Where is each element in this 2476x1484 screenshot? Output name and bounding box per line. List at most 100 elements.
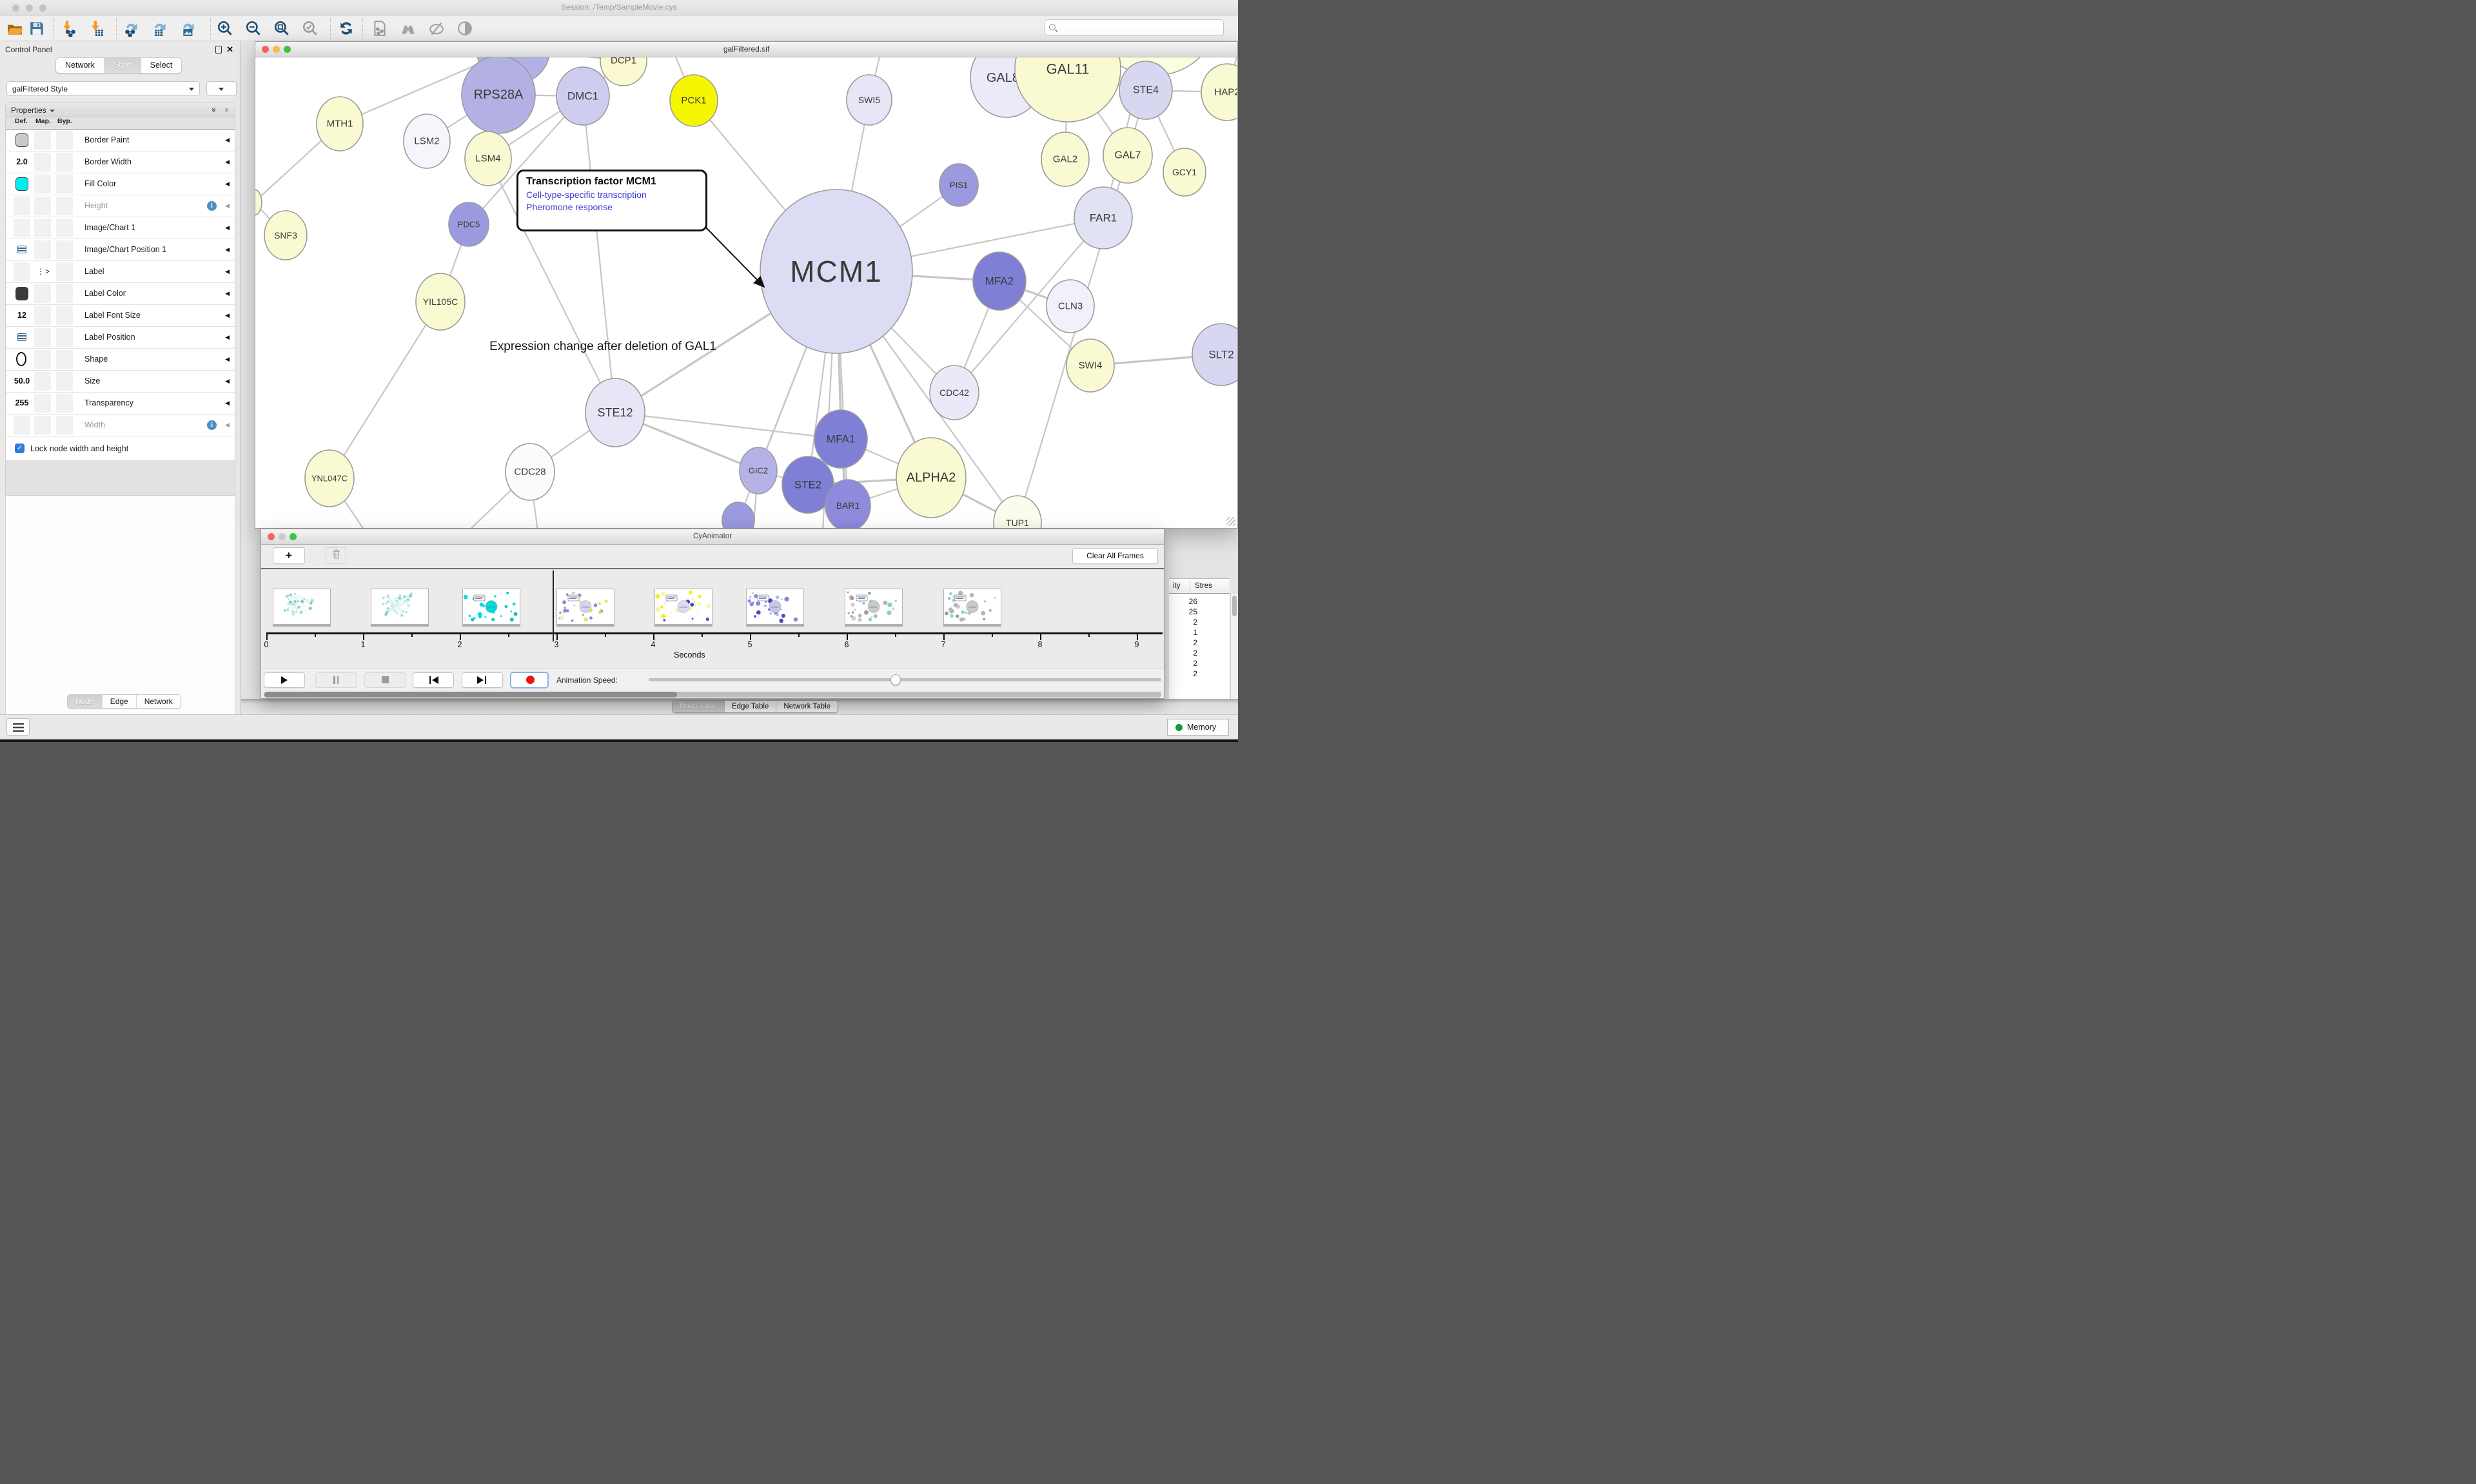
animation-speed-slider[interactable] bbox=[649, 678, 1161, 681]
table-cell[interactable]: 26 bbox=[1169, 597, 1197, 606]
style-dropdown[interactable]: galFiltered Style bbox=[6, 81, 200, 96]
hide-graphics-details-icon[interactable] bbox=[428, 20, 445, 37]
import-network-icon[interactable] bbox=[59, 20, 76, 37]
network-node-unlabeled[interactable] bbox=[255, 190, 262, 215]
import-table-icon[interactable] bbox=[88, 20, 104, 37]
network-node-MFA1[interactable]: MFA1 bbox=[814, 410, 867, 468]
network-node-GIC2[interactable]: GIC2 bbox=[740, 447, 777, 494]
tab-node[interactable]: Node bbox=[68, 695, 103, 708]
find-network-icon[interactable] bbox=[400, 20, 417, 37]
network-node-YIL105C[interactable]: YIL105C bbox=[416, 273, 465, 330]
network-node-unlabeled[interactable] bbox=[722, 502, 754, 528]
frame-thumbnail-2[interactable]: MCM1 bbox=[462, 589, 520, 625]
annotation-link[interactable]: Cell-type-specific transcription bbox=[526, 190, 698, 200]
network-node-SWI5[interactable]: SWI5 bbox=[847, 75, 892, 125]
frame-thumbnail-3[interactable]: MCM1 bbox=[556, 589, 614, 625]
playhead[interactable] bbox=[553, 571, 554, 641]
skip-to-end-button[interactable] bbox=[462, 672, 503, 688]
network-node-GAL11[interactable]: GAL11 bbox=[1015, 57, 1121, 122]
style-options-button[interactable] bbox=[206, 81, 237, 96]
network-node-DMC1[interactable]: DMC1 bbox=[556, 67, 609, 125]
property-row[interactable]: Shape◀ bbox=[6, 349, 235, 371]
property-row[interactable]: Label Color◀ bbox=[6, 283, 235, 305]
timeline-scrollbar[interactable] bbox=[264, 692, 1161, 698]
collapse-all-icon[interactable]: » bbox=[221, 108, 231, 112]
annotation-link[interactable]: Pheromone response bbox=[526, 202, 698, 212]
pause-button[interactable] bbox=[315, 672, 357, 688]
property-row[interactable]: Border Paint◀ bbox=[6, 130, 235, 151]
save-session-icon[interactable] bbox=[28, 20, 45, 37]
tab-edge-table[interactable]: Edge Table bbox=[725, 701, 776, 712]
network-node-MFA2[interactable]: MFA2 bbox=[973, 252, 1026, 310]
network-node-ALPHA2[interactable]: ALPHA2 bbox=[896, 438, 966, 518]
column-header[interactable]: Stres bbox=[1195, 582, 1212, 590]
network-edge[interactable] bbox=[583, 96, 615, 413]
close-panel-icon[interactable]: ✕ bbox=[226, 44, 233, 55]
task-history-button[interactable] bbox=[6, 718, 30, 736]
table-cell[interactable]: 2 bbox=[1169, 659, 1197, 668]
network-node-MCM1[interactable]: MCM1 bbox=[760, 190, 912, 353]
network-node-BAR1[interactable]: BAR1 bbox=[825, 480, 870, 528]
network-node-CLN3[interactable]: CLN3 bbox=[1046, 280, 1094, 333]
network-node-LSM4[interactable]: LSM4 bbox=[465, 132, 511, 186]
clear-all-frames-button[interactable]: Clear All Frames bbox=[1072, 548, 1158, 564]
tab-network[interactable]: Network bbox=[56, 58, 104, 73]
scrollbar-thumb[interactable] bbox=[264, 692, 677, 698]
expand-all-icon[interactable]: » bbox=[210, 108, 219, 112]
network-edge[interactable] bbox=[329, 302, 440, 478]
export-image-icon[interactable] bbox=[181, 20, 197, 37]
table-cell[interactable]: 2 bbox=[1169, 649, 1197, 658]
show-graphics-details-icon[interactable] bbox=[457, 20, 473, 37]
play-button[interactable] bbox=[264, 672, 305, 688]
network-node-GAL7[interactable]: GAL7 bbox=[1103, 128, 1152, 183]
refresh-icon[interactable] bbox=[338, 20, 355, 37]
search-input[interactable] bbox=[1059, 21, 1219, 34]
zoom-in-icon[interactable] bbox=[217, 20, 233, 37]
tab-network-table[interactable]: Network Table bbox=[776, 701, 838, 712]
network-node-HAP2[interactable]: HAP2 bbox=[1201, 64, 1237, 121]
resize-grip[interactable] bbox=[1226, 517, 1235, 526]
add-frame-button[interactable]: + bbox=[273, 547, 305, 564]
network-node-PCK1[interactable]: PCK1 bbox=[670, 75, 718, 126]
network-node-SWI4[interactable]: SWI4 bbox=[1066, 339, 1114, 392]
delete-frame-button[interactable] bbox=[326, 547, 346, 564]
property-row[interactable]: Label Position◀ bbox=[6, 327, 235, 349]
cyanimator-titlebar[interactable]: CyAnimator bbox=[261, 529, 1164, 545]
annotation-box[interactable]: Transcription factor MCM1 Cell-type-spec… bbox=[516, 170, 707, 231]
export-network-icon[interactable] bbox=[124, 20, 141, 37]
property-row[interactable]: 255Transparency◀ bbox=[6, 393, 235, 415]
network-node-MTH1[interactable]: MTH1 bbox=[317, 97, 363, 151]
network-node-SNF3[interactable]: SNF3 bbox=[264, 211, 307, 260]
network-node-GAL2[interactable]: GAL2 bbox=[1041, 132, 1089, 186]
network-node-FAR1[interactable]: FAR1 bbox=[1074, 187, 1132, 249]
table-cell[interactable]: 2 bbox=[1169, 638, 1197, 647]
frame-thumbnail-7[interactable]: MCM1 bbox=[943, 589, 1001, 625]
stop-button[interactable] bbox=[364, 672, 406, 688]
record-button[interactable] bbox=[510, 672, 549, 688]
property-row[interactable]: 12Label Font Size◀ bbox=[6, 305, 235, 327]
zoom-selected-icon[interactable] bbox=[302, 20, 319, 37]
timeline[interactable]: MCM1MCM1MCM1MCM1MCM1MCM1 0123456789 Seco… bbox=[261, 571, 1164, 668]
slider-thumb[interactable] bbox=[890, 674, 901, 685]
network-node-PIS1[interactable]: PIS1 bbox=[939, 164, 978, 206]
network-node-SLT2[interactable]: SLT2 bbox=[1192, 324, 1237, 386]
network-node-YNL047C[interactable]: YNL047C bbox=[305, 450, 354, 507]
network-node-STE12[interactable]: STE12 bbox=[585, 378, 645, 447]
memory-button[interactable]: Memory bbox=[1167, 719, 1229, 736]
network-window-titlebar[interactable]: galFiltered.sif bbox=[255, 42, 1237, 57]
network-node-LSM2[interactable]: LSM2 bbox=[404, 114, 450, 168]
tab-select[interactable]: Select bbox=[141, 58, 182, 73]
frame-thumbnail-5[interactable]: MCM1 bbox=[746, 589, 804, 625]
network-node-DCP1[interactable]: DCP1 bbox=[600, 57, 647, 86]
zoom-out-icon[interactable] bbox=[245, 20, 262, 37]
property-row[interactable]: Fill Color◀ bbox=[6, 173, 235, 195]
property-row[interactable]: 2.0Border Width◀ bbox=[6, 151, 235, 173]
table-cell[interactable]: 2 bbox=[1169, 618, 1197, 627]
table-scrollbar[interactable] bbox=[1230, 594, 1238, 699]
lock-checkbox[interactable]: ✓ bbox=[15, 444, 25, 453]
property-row[interactable]: Image/Chart 1◀ bbox=[6, 217, 235, 239]
column-header[interactable]: ity bbox=[1173, 582, 1181, 590]
table-cell[interactable]: 2 bbox=[1169, 669, 1197, 678]
skip-to-start-button[interactable] bbox=[413, 672, 454, 688]
property-row[interactable]: Widthi◀ bbox=[6, 415, 235, 436]
